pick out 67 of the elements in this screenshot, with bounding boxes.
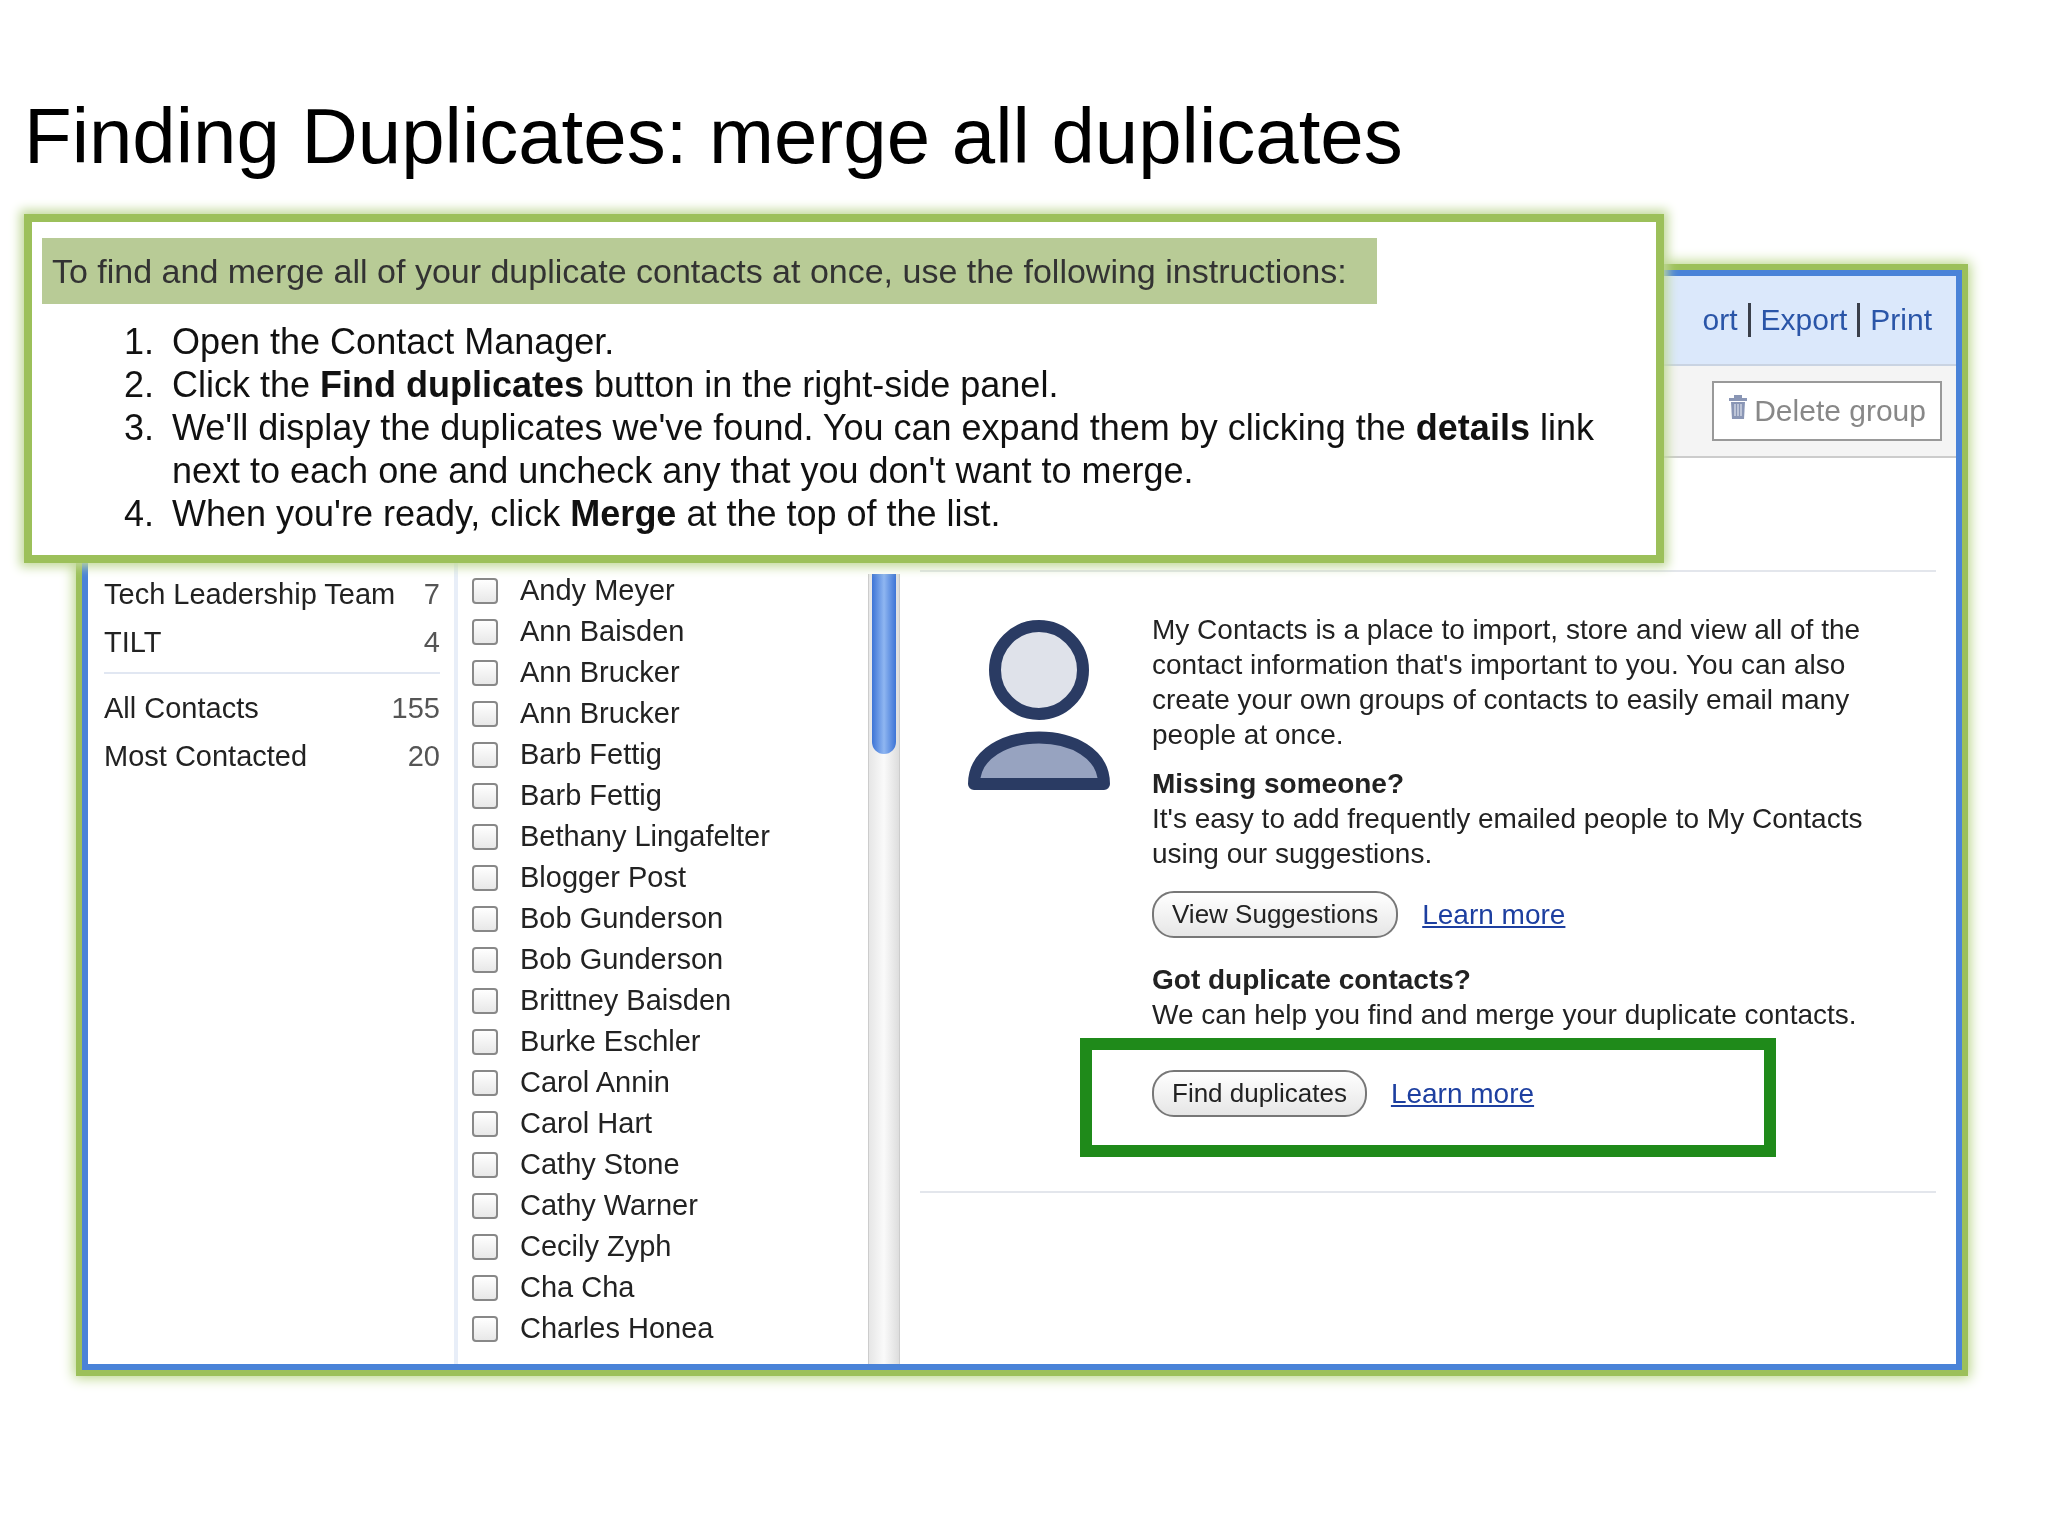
checkbox[interactable] — [472, 659, 498, 686]
checkbox[interactable] — [472, 905, 498, 932]
contact-name[interactable]: Brittney Baisden — [520, 984, 732, 1017]
checkbox[interactable] — [472, 823, 498, 850]
checkbox[interactable] — [472, 946, 498, 973]
contact-name[interactable]: Charles Honea — [520, 1312, 714, 1345]
checkbox[interactable] — [472, 1110, 498, 1137]
checkbox[interactable] — [472, 1233, 498, 1260]
checkbox[interactable] — [472, 1315, 498, 1342]
step-number: 4. — [124, 492, 156, 535]
contact-name[interactable]: Carol Annin — [520, 1066, 670, 1099]
scrollbar[interactable] — [868, 574, 900, 1364]
action-button[interactable]: View Suggestions — [1152, 891, 1399, 938]
checkbox[interactable] — [472, 782, 498, 809]
contact-name[interactable]: Burke Eschler — [520, 1025, 701, 1058]
checkbox[interactable] — [472, 741, 498, 768]
instructions-heading: To find and merge all of your duplicate contacts at once, use the following instructions: — [42, 238, 1377, 304]
step-text: When you're ready, click Merge at the top of the list. — [172, 492, 1001, 535]
contact-name[interactable]: Cha Cha — [520, 1271, 635, 1304]
top-link[interactable]: Export — [1747, 303, 1858, 337]
checkbox[interactable] — [472, 1192, 498, 1219]
action-button[interactable]: Find duplicates — [1152, 1070, 1367, 1117]
contact-name[interactable]: Andy Meyer — [520, 574, 675, 607]
step-number: 2. — [124, 363, 156, 406]
contact-name[interactable]: Carol Hart — [520, 1107, 653, 1140]
step-text: We'll display the duplicates we've found. You can expand them by clicking the details link next to each one and uncheck any that you don't want to merge. — [172, 406, 1595, 492]
contact-name[interactable]: Cathy Stone — [520, 1148, 680, 1181]
section-text: We can help you find and merge your duplicate contacts. — [1152, 998, 1858, 1032]
top-link[interactable]: Print — [1857, 303, 1942, 337]
checkbox[interactable] — [472, 700, 498, 727]
intro-text: My Contacts is a place to import, store and view all of the contact information that's important to you. You can also create your own groups of contacts to easily email many people at once. — [1152, 613, 1862, 752]
contact-name[interactable]: Ann Baisden — [520, 615, 685, 648]
checkbox[interactable] — [472, 577, 498, 604]
contact-name[interactable]: Barb Fettig — [520, 738, 662, 771]
step-number: 3. — [124, 406, 156, 450]
contact-name[interactable]: Bob Gunderson — [520, 902, 724, 935]
checkbox[interactable] — [472, 864, 498, 891]
contact-name[interactable]: Ann Brucker — [520, 656, 680, 689]
checkbox[interactable] — [472, 1274, 498, 1301]
contact-name[interactable]: Blogger Post — [520, 861, 687, 894]
group-item[interactable]: All Contacts 155 — [104, 684, 440, 732]
contact-name[interactable]: Ann Brucker — [520, 697, 680, 730]
contact-name[interactable]: Barb Fettig — [520, 779, 662, 812]
contact-name[interactable]: Cathy Warner — [520, 1189, 698, 1222]
checkbox[interactable] — [472, 1069, 498, 1096]
slide-title: Finding Duplicates: merge all duplicates — [23, 91, 1404, 182]
checkbox[interactable] — [472, 1151, 498, 1178]
group-item[interactable]: TILT 4 — [104, 618, 440, 666]
section-heading: Missing someone? — [1152, 767, 1406, 801]
section-text: It's easy to add frequently emailed people to My Contacts using our suggestions. — [1152, 802, 1864, 871]
contact-name[interactable]: Cecily Zyph — [520, 1230, 672, 1263]
checkbox[interactable] — [472, 987, 498, 1014]
trash-icon — [1728, 395, 1749, 419]
step-number: 1. — [124, 320, 156, 363]
learn-more-link[interactable]: Learn more — [1422, 897, 1566, 932]
section-heading: Got duplicate contacts? — [1152, 963, 1472, 997]
group-item[interactable]: Most Contacted 20 — [104, 732, 440, 780]
learn-more-link[interactable]: Learn more — [1390, 1076, 1535, 1111]
group-item[interactable]: Tech Leadership Team 7 — [104, 570, 440, 618]
delete-group-button[interactable]: Delete group — [1712, 381, 1942, 441]
contact-name[interactable]: Bob Gunderson — [520, 943, 724, 976]
step-text: Open the Contact Manager. — [172, 320, 615, 363]
checkbox[interactable] — [472, 1028, 498, 1055]
checkbox[interactable] — [472, 618, 498, 645]
step-text: Click the Find duplicates button in the right-side panel. — [172, 363, 1059, 406]
contact-name[interactable]: Bethany Lingafelter — [520, 820, 770, 853]
top-link[interactable]: ort — [1692, 303, 1748, 337]
